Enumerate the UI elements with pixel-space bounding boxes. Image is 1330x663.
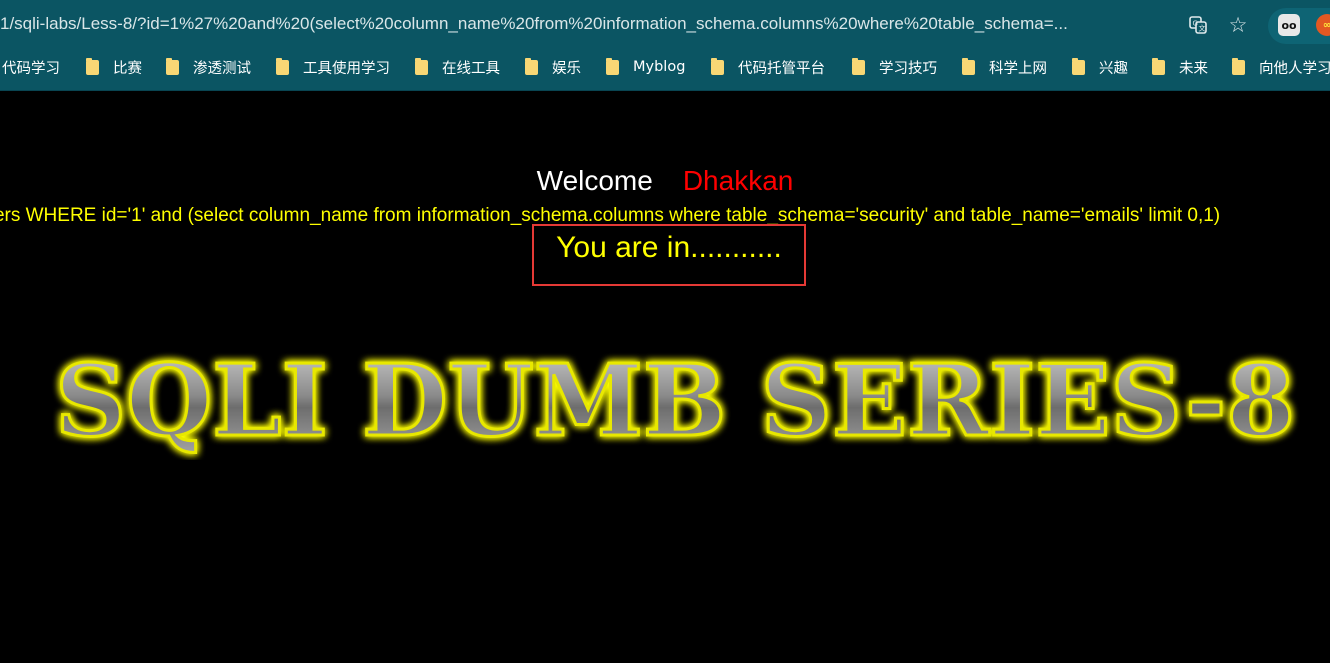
url-text[interactable]: 1/sqli-labs/Less-8/?id=1%27%20and%20(sel… (0, 14, 1180, 34)
folder-icon (962, 57, 975, 75)
welcome-label: Welcome (536, 165, 653, 196)
folder-icon (1152, 57, 1165, 75)
folder-icon (276, 57, 289, 75)
logo-text: SQLI DUMB SERIES-8 (55, 344, 1295, 459)
welcome-name: Dhakkan (682, 165, 794, 196)
bookmark-label: 学习技巧 (879, 60, 937, 77)
translate-icon[interactable]: G文 (1186, 13, 1210, 37)
folder-icon (606, 57, 619, 75)
bookmark-item[interactable]: 渗透测试 (166, 52, 251, 82)
svg-text:G: G (1193, 20, 1198, 28)
welcome-line: Welcome Dhakkan (0, 165, 1330, 197)
folder-icon (852, 57, 865, 75)
folder-icon (166, 57, 179, 75)
bookmark-label: 娱乐 (552, 60, 581, 77)
bookmark-item[interactable]: Myblog (606, 52, 685, 82)
bookmark-item[interactable]: 工具使用学习 (276, 52, 390, 82)
bookmark-label: 代码学习 (2, 60, 60, 77)
folder-icon (711, 57, 724, 75)
address-bar[interactable]: 1/sqli-labs/Less-8/?id=1%27%20and%20(sel… (0, 0, 1330, 52)
bookmark-item[interactable]: 兴趣 (1072, 52, 1128, 82)
series-logo: SQLI DUMB SERIES-8 (54, 343, 1297, 461)
bookmark-item[interactable]: 代码学习 (2, 52, 60, 82)
folder-icon (1232, 57, 1245, 75)
sql-query-text: OM users WHERE id='1' and (select column… (0, 205, 1221, 226)
bookmark-label: 科学上网 (989, 60, 1047, 77)
extension-1-icon[interactable]: oo (1278, 14, 1300, 36)
bookmarks-bar: 代码学习 比赛 渗透测试 工具使用学习 在线工具 娱乐 Myblog 代码托管平… (0, 52, 1330, 91)
bookmark-item[interactable]: 代码托管平台 (711, 52, 825, 82)
folder-icon (525, 57, 538, 75)
bookmark-label: Myblog (633, 59, 686, 75)
bookmark-item[interactable]: 未来 (1152, 52, 1208, 82)
star-icon[interactable]: ☆ (1226, 13, 1250, 37)
bookmark-label: 未来 (1179, 60, 1208, 77)
bookmark-item[interactable]: 娱乐 (525, 52, 581, 82)
bookmark-label: 在线工具 (442, 60, 500, 77)
bookmark-item[interactable]: 学习技巧 (852, 52, 937, 82)
bookmark-label: 渗透测试 (193, 60, 251, 77)
bookmark-label: 兴趣 (1099, 60, 1128, 77)
bookmark-label: 比赛 (113, 60, 142, 77)
bookmark-item[interactable]: 向他人学习 (1232, 52, 1330, 82)
bookmark-label: 工具使用学习 (303, 60, 390, 77)
bookmark-label: 向他人学习 (1259, 60, 1330, 77)
folder-icon (86, 57, 99, 75)
bookmark-label: 代码托管平台 (738, 60, 825, 77)
svg-text:文: 文 (1199, 24, 1206, 33)
bookmark-item[interactable]: 在线工具 (415, 52, 500, 82)
bookmark-item[interactable]: 科学上网 (962, 52, 1047, 82)
bookmark-item[interactable]: 比赛 (86, 52, 142, 82)
folder-icon (415, 57, 428, 75)
result-message: You are in........... (556, 231, 782, 264)
folder-icon (1072, 57, 1085, 75)
